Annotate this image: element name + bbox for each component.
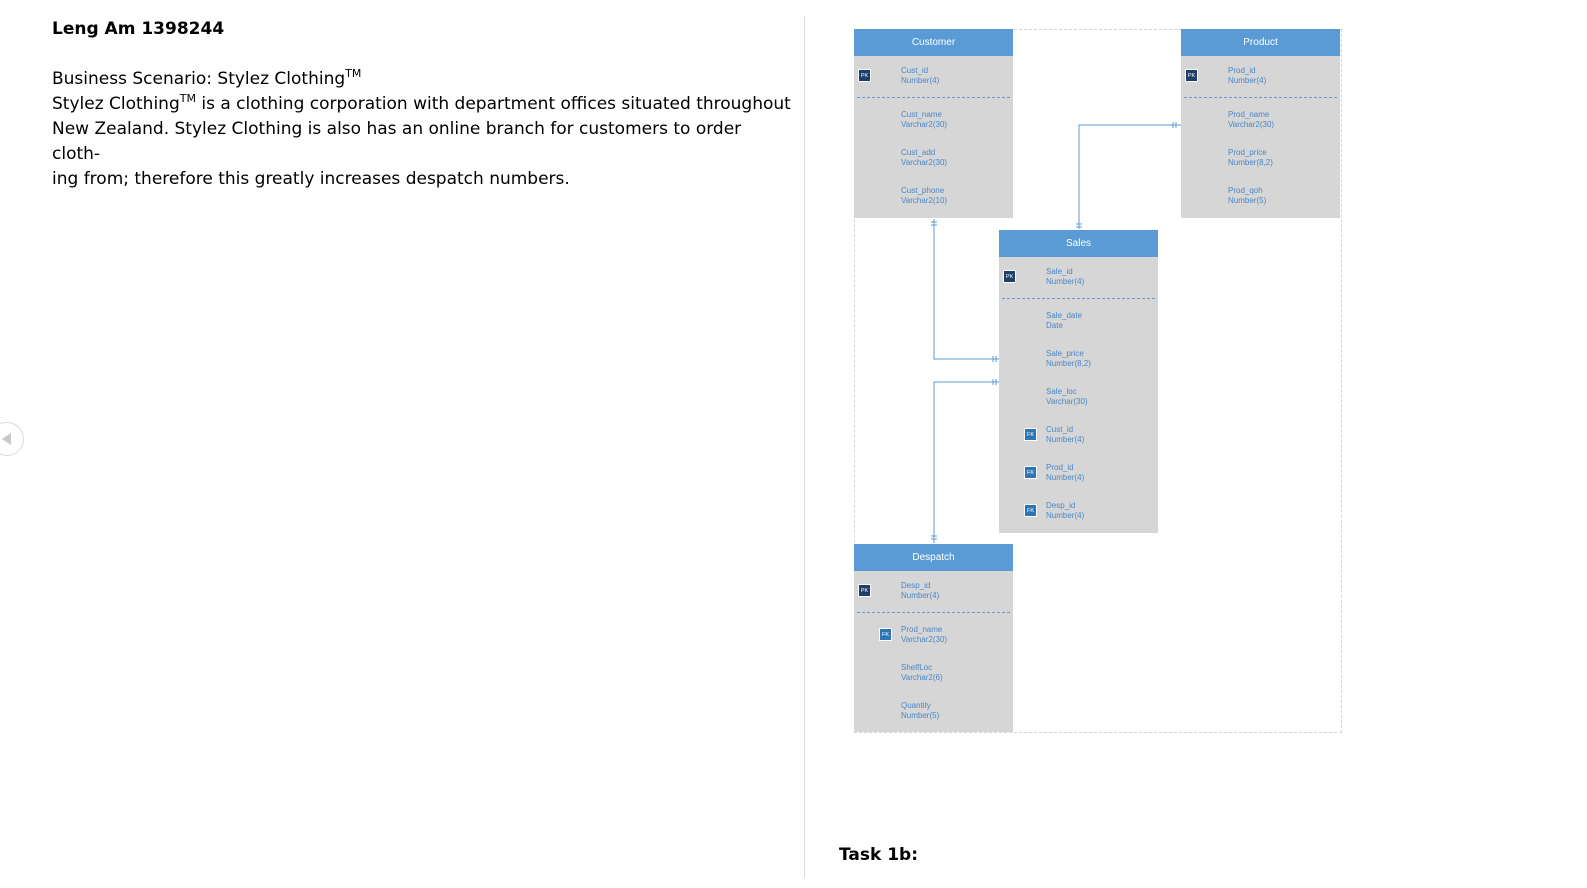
page-divider <box>804 16 805 878</box>
attribute-row: Cust_add Varchar2(30) <box>854 138 1013 176</box>
attribute-row: Cust_phone Varchar2(10) <box>854 176 1013 214</box>
attribute-type: Varchar2(6) <box>901 673 943 682</box>
key-separator <box>857 612 1010 613</box>
scenario-heading: Business Scenario: Stylez ClothingTM <box>52 67 362 89</box>
attribute-name: Cust_add <box>901 148 936 157</box>
entity-customer[interactable]: Customer PK Cust_id Number(4) Cust_name … <box>854 29 1013 218</box>
attribute-row: Quantity Number(5) <box>854 691 1013 729</box>
attribute-row: Sale_price Number(8,2) <box>999 339 1158 377</box>
attribute-name: Prod_qoh <box>1228 186 1263 195</box>
primary-key-badge: PK <box>858 69 871 82</box>
attribute-type: Varchar2(30) <box>901 635 948 644</box>
entity-product[interactable]: Product PK Prod_id Number(4) Prod_name V… <box>1181 29 1340 218</box>
attribute-row: Sale_loc Varchar(30) <box>999 377 1158 415</box>
entity-title: Customer <box>854 29 1013 56</box>
scenario-body: Stylez ClothingTM is a clothing corporat… <box>52 92 791 189</box>
attribute-name: Cust_id <box>901 66 929 75</box>
attribute-type: Number(4) <box>1046 511 1085 520</box>
attribute-row: Prod_price Number(8,2) <box>1181 138 1340 176</box>
foreign-key-badge: FK <box>879 628 892 641</box>
foreign-key-badge: FK <box>1024 466 1037 479</box>
attribute-row: FK Prod_name Varchar2(30) <box>854 615 1013 653</box>
attribute-row: PK Desp_id Number(4) <box>854 571 1013 609</box>
er-diagram: Customer PK Cust_id Number(4) Cust_name … <box>854 29 1342 733</box>
attribute-name: Sale_price <box>1046 349 1084 358</box>
attribute-name: Sale_date <box>1046 311 1083 320</box>
key-separator <box>857 97 1010 98</box>
attribute-type: Number(4) <box>901 76 940 85</box>
attribute-type: Varchar(30) <box>1046 397 1088 406</box>
primary-key-badge: PK <box>858 584 871 597</box>
attribute-type: Number(4) <box>1046 435 1085 444</box>
entity-title: Despatch <box>854 544 1013 571</box>
attribute-name: Cust_phone <box>901 186 945 195</box>
attribute-row: FK Cust_id Number(4) <box>999 415 1158 453</box>
attribute-name: Prod_name <box>901 625 943 634</box>
scenario-text: Business Scenario: Stylez ClothingTM Sty… <box>52 67 792 192</box>
link-customer-sales <box>933 219 999 360</box>
attribute-type: Number(4) <box>1228 76 1267 85</box>
document-page-left: Leng Am 1398244 Business Scenario: Style… <box>0 0 804 888</box>
attribute-name: Quantity <box>901 701 931 710</box>
attribute-row: Prod_qoh Number(5) <box>1181 176 1340 214</box>
attribute-type: Varchar2(30) <box>1228 120 1275 129</box>
attribute-type: Varchar2(30) <box>901 120 948 129</box>
attribute-name: Cust_id <box>1046 425 1074 434</box>
task-label: Task 1b: <box>839 845 919 865</box>
entity-title: Sales <box>999 230 1158 257</box>
attribute-row: PK Sale_id Number(4) <box>999 257 1158 295</box>
attribute-name: Sale_id <box>1046 267 1073 276</box>
attribute-row: FK Desp_id Number(4) <box>999 491 1158 529</box>
attribute-row: Prod_name Varchar2(30) <box>1181 100 1340 138</box>
link-product-sales <box>1078 124 1181 229</box>
attribute-type: Varchar2(30) <box>901 158 948 167</box>
attribute-name: Sale_loc <box>1046 387 1077 396</box>
foreign-key-badge: FK <box>1024 504 1037 517</box>
entity-sales[interactable]: Sales PK Sale_id Number(4) Sale_date Dat… <box>999 230 1158 533</box>
attribute-type: Number(5) <box>1228 196 1267 205</box>
author-line: Leng Am 1398244 <box>52 19 225 39</box>
link-despatch-sales <box>933 381 999 543</box>
attribute-type: Number(4) <box>1046 277 1085 286</box>
attribute-type: Number(8,2) <box>1046 359 1091 368</box>
attribute-row: FK Prod_id Number(4) <box>999 453 1158 491</box>
attribute-name: Prod_price <box>1228 148 1267 157</box>
attribute-name: Desp_id <box>901 581 931 590</box>
attribute-name: Prod_name <box>1228 110 1270 119</box>
attribute-name: Cust_name <box>901 110 942 119</box>
attribute-name: ShelfLoc <box>901 663 933 672</box>
key-separator <box>1002 298 1155 299</box>
attribute-type: Number(4) <box>1046 473 1085 482</box>
entity-title: Product <box>1181 29 1340 56</box>
attribute-name: Prod_id <box>1228 66 1256 75</box>
attribute-row: PK Prod_id Number(4) <box>1181 56 1340 94</box>
attribute-type: Varchar2(10) <box>901 196 948 205</box>
attribute-row: PK Cust_id Number(4) <box>854 56 1013 94</box>
attribute-row: ShelfLoc Varchar2(6) <box>854 653 1013 691</box>
trademark-mark: TM <box>345 67 362 80</box>
attribute-type: Number(4) <box>901 591 940 600</box>
trademark-mark: TM <box>179 92 196 105</box>
attribute-row: Cust_name Varchar2(30) <box>854 100 1013 138</box>
attribute-row: Sale_date Date <box>999 301 1158 339</box>
primary-key-badge: PK <box>1185 69 1198 82</box>
foreign-key-badge: FK <box>1024 428 1037 441</box>
attribute-type: Number(5) <box>901 711 940 720</box>
primary-key-badge: PK <box>1003 270 1016 283</box>
attribute-type: Date <box>1046 321 1063 330</box>
chevron-left-icon <box>2 433 11 445</box>
attribute-type: Number(8,2) <box>1228 158 1273 167</box>
attribute-name: Prod_id <box>1046 463 1074 472</box>
key-separator <box>1184 97 1337 98</box>
attribute-name: Desp_id <box>1046 501 1076 510</box>
entity-despatch[interactable]: Despatch PK Desp_id Number(4) FK Prod_na… <box>854 544 1013 732</box>
